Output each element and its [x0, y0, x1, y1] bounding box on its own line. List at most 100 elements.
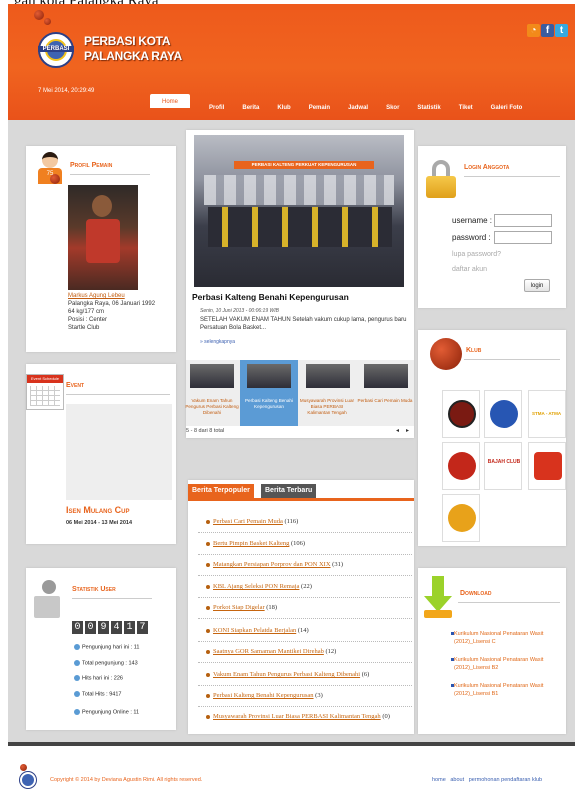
basketball-icon [430, 338, 462, 370]
news-item[interactable]: Porkot Siap Digelar (18) [206, 604, 277, 611]
thumb-image-2[interactable] [247, 364, 291, 388]
thumb-caption-3[interactable]: Musyawarah Provinsi Luar Biasa PERBASI K… [299, 398, 355, 416]
users-icon [74, 675, 80, 681]
username-label: username : [452, 216, 493, 225]
download-item[interactable]: Kurikulum Nasional Penataran Wasit (2012… [451, 630, 566, 646]
tab-berita-terbaru[interactable]: Berita Terbaru [261, 484, 317, 498]
profil-pemain-title: Profil Pemain [70, 162, 113, 169]
player-name-link[interactable]: Markus Agung Lebeu [68, 292, 176, 300]
basketball-icon [34, 10, 44, 20]
divider [198, 532, 412, 533]
news-item[interactable]: Saatnya GOR Samaman Mantikei Direhab (12… [206, 648, 336, 655]
nav-berita[interactable]: Berita [233, 100, 268, 116]
users-icon [74, 709, 80, 715]
club-logo-7[interactable] [442, 494, 480, 542]
nav-statistik[interactable]: Statistik [408, 100, 449, 116]
divider [66, 394, 170, 395]
news-item[interactable]: KBL Ajang Seleksi PON Remaja (22) [206, 583, 312, 590]
slider-next-button[interactable]: ▸ [406, 427, 409, 434]
nav-pemain[interactable]: Pemain [300, 100, 339, 116]
nav-klub[interactable]: Klub [268, 100, 299, 116]
visitor-counter: 009417 [72, 621, 150, 634]
password-input[interactable] [494, 231, 552, 244]
download-item[interactable]: Kurikulum Nasional Penataran Wasit (2012… [451, 682, 566, 698]
tab-underline [188, 498, 414, 501]
headline-meta: Senin, 10 Juni 2013 - 00:06:19 WIB [200, 308, 279, 314]
statistik-title: Statistik User [72, 586, 116, 593]
nav-home[interactable]: Home [150, 94, 191, 108]
bullet-icon [206, 672, 210, 677]
nav-skor[interactable]: Skor [377, 100, 408, 116]
password-label: password : [452, 233, 491, 242]
divider [198, 618, 412, 619]
register-link[interactable]: daftar akun [452, 266, 487, 273]
nav-tiket[interactable]: Tiket [450, 100, 482, 116]
news-item[interactable]: Vakum Enam Tahun Pengurus Perbasi Kalten… [206, 671, 369, 678]
thumb-caption-1[interactable]: Vakum Enam Tahun Pengurus Perbasi Kalten… [184, 398, 240, 416]
news-item[interactable]: Matangkan Persiapan Porprov dan PON XIX … [206, 561, 343, 568]
bullet-icon [206, 519, 210, 524]
divider [198, 685, 412, 686]
divider [198, 575, 412, 576]
club-logo-2[interactable] [484, 390, 522, 438]
site-name: PERBASI KOTA PALANGKA RAYA [84, 34, 182, 63]
club-logo-1[interactable] [442, 390, 480, 438]
divider [464, 359, 560, 360]
login-title: Login Anggota [464, 164, 510, 171]
nav-galeri-foto[interactable]: Galeri Foto [482, 100, 532, 116]
stat-online: Pengunjung Online : 11 [74, 709, 139, 715]
news-item[interactable]: Bertu Pimpin Basket Kalteng (106) [206, 540, 305, 547]
photo-banner: PERBASI KALTENG PERKUAT KEPENGURUSAN [234, 161, 374, 169]
divider [198, 706, 412, 707]
forgot-password-link[interactable]: lupa password? [452, 251, 501, 258]
thumb-image-1[interactable] [190, 364, 234, 388]
bullet-icon [206, 714, 210, 719]
thumb-caption-2[interactable]: Perbasi Kalteng Benahi Kepengurusan [241, 398, 297, 410]
twitter-icon[interactable]: t [555, 24, 568, 37]
download-title: Download [460, 590, 492, 597]
headline-title[interactable]: Perbasi Kalteng Benahi Kepengurusan [192, 292, 349, 302]
club-logo-stma-atma[interactable]: STMA - ATMA [528, 390, 566, 438]
club-logo-4[interactable] [442, 442, 480, 490]
club-logo-bajah-club[interactable]: BAJAH CLUB [484, 442, 522, 490]
perbasi-logo[interactable]: PERBASI [38, 32, 74, 68]
divider [198, 554, 412, 555]
news-item[interactable]: Perbasi Cari Pemain Muda (116) [206, 518, 298, 525]
footer-link-about[interactable]: about [450, 777, 464, 783]
rss-icon[interactable]: ◔ [527, 24, 540, 37]
divider [198, 597, 412, 598]
nav-profil[interactable]: Profil [200, 100, 233, 116]
event-image-placeholder[interactable] [66, 404, 172, 500]
news-item[interactable]: KONI Siapkan Pelatda Berjalan (14) [206, 627, 309, 634]
read-more-link[interactable]: » selengkapnya [200, 339, 235, 345]
stat-total-visitors: Total pengunjung : 143 [74, 660, 138, 666]
thumb-caption-4[interactable]: Perbasi Cari Pemain Muda [357, 398, 413, 404]
thumb-image-3[interactable] [306, 364, 350, 388]
klub-title: Klub [466, 347, 482, 354]
stat-today-visitors: Pengunjung hari ini : 11 [74, 644, 139, 650]
bullet-icon [206, 649, 210, 654]
slider-prev-button[interactable]: ◂ [396, 427, 399, 434]
footer-logo[interactable] [18, 764, 38, 790]
footer-link-home[interactable]: home [432, 777, 446, 783]
footer-copyright: Copyright © 2014 by Deviana Agustin Rimi… [50, 777, 203, 783]
divider [458, 602, 560, 603]
users-icon [74, 644, 80, 650]
club-logo-6[interactable] [528, 442, 566, 490]
footer-link-register-club[interactable]: permohonan pendaftaran klub [469, 777, 542, 783]
username-input[interactable] [494, 214, 552, 227]
player-photo[interactable] [68, 185, 138, 290]
facebook-icon[interactable]: f [541, 24, 554, 37]
headline-photo[interactable]: PERBASI KALTENG PERKUAT KEPENGURUSAN [194, 135, 404, 287]
nav-jadwal[interactable]: Jadwal [339, 100, 377, 116]
event-title: Event [66, 382, 85, 389]
news-item[interactable]: Musyawarah Provinsi Luar Biasa PERBASI K… [206, 713, 390, 720]
bullet-icon [206, 562, 210, 567]
news-item[interactable]: Perbasi Kalteng Benahi Kepengurusan (3) [206, 692, 323, 699]
download-item[interactable]: Kurikulum Nasional Penataran Wasit (2012… [451, 656, 566, 672]
tab-berita-terpopuler[interactable]: Berita Terpopuler [188, 484, 254, 498]
login-button[interactable]: login [524, 279, 550, 292]
thumb-image-4[interactable] [364, 364, 408, 388]
bullet-icon [206, 584, 210, 589]
event-name[interactable]: Isen Mulang Cup [66, 505, 130, 515]
